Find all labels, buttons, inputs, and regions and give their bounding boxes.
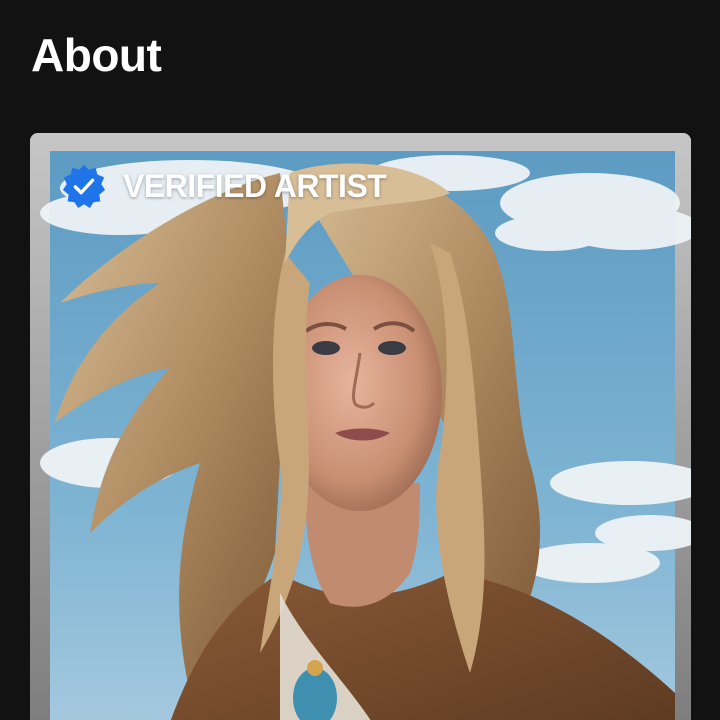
about-screen: About VERIFIED ARTIST (0, 0, 720, 720)
artist-photo (30, 133, 691, 720)
verified-artist-badge: VERIFIED ARTIST (61, 163, 387, 209)
artist-image-card[interactable]: VERIFIED ARTIST (30, 133, 691, 720)
page-title: About (31, 29, 162, 81)
verified-check-icon (62, 164, 106, 209)
verified-artist-label: VERIFIED ARTIST (123, 167, 387, 204)
